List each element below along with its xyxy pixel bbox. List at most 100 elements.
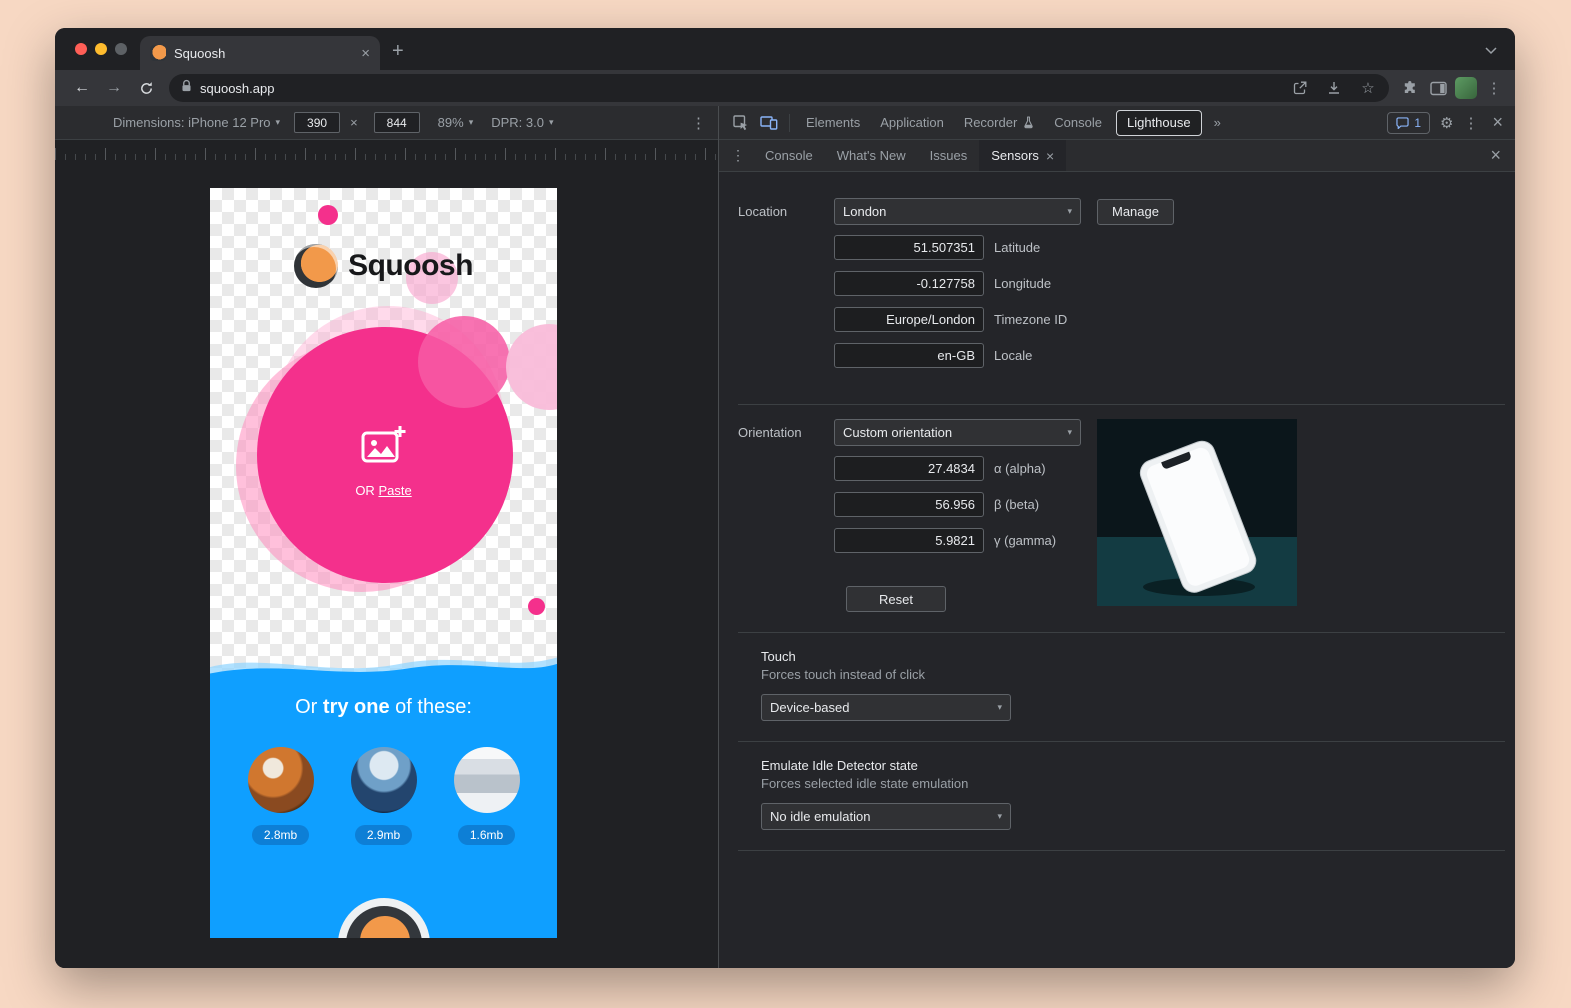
location-value: London (843, 204, 886, 219)
tab-elements[interactable]: Elements (796, 106, 870, 140)
desktop-background: Squoosh × + ← → squoosh.app (0, 0, 1571, 1008)
beta-input[interactable] (834, 492, 984, 517)
device-toolbar-menu-kebab-icon[interactable]: ⋮ (691, 114, 706, 132)
longitude-row: Longitude (834, 271, 1515, 296)
forward-button[interactable]: → (101, 75, 127, 101)
dpr-selector[interactable]: DPR: 3.0 ▾ (491, 115, 553, 130)
or-paste-text: OR Paste (210, 483, 557, 498)
bookmark-star-icon[interactable]: ☆ (1357, 77, 1379, 99)
profile-avatar[interactable] (1455, 77, 1477, 99)
url-text[interactable]: squoosh.app (200, 81, 1281, 96)
touch-select[interactable]: Device-based ▾ (761, 694, 1011, 721)
new-tab-button[interactable]: + (392, 41, 404, 61)
file-size-badge: 1.6mb (458, 825, 515, 845)
longitude-input[interactable] (834, 271, 984, 296)
orientation-controls: Custom orientation ▾ α (alpha) β (beta) (834, 419, 1081, 612)
browser-menu-kebab-icon[interactable]: ⋮ (1483, 77, 1505, 99)
issues-counter-button[interactable]: 1 (1387, 112, 1430, 134)
device-toolbar-toggle-icon[interactable] (755, 110, 783, 136)
squoosh-logo-text: Squoosh (348, 249, 473, 283)
more-tabs-icon[interactable]: » (1206, 115, 1229, 130)
latitude-input[interactable] (834, 235, 984, 260)
longitude-label: Longitude (994, 276, 1051, 291)
browser-tab-squoosh[interactable]: Squoosh × (140, 36, 380, 70)
tab-search-chevron-icon[interactable] (1485, 42, 1497, 60)
paste-link[interactable]: Paste (378, 483, 411, 498)
zoom-selector[interactable]: 89% ▾ (438, 115, 474, 130)
drawer-tab-sensors[interactable]: Sensors × (979, 140, 1066, 171)
tab-application[interactable]: Application (870, 106, 954, 140)
beta-row: β (beta) (834, 492, 1081, 517)
drawer-menu-kebab-icon[interactable]: ⋮ (723, 140, 753, 171)
divider (738, 850, 1505, 851)
locale-input[interactable] (834, 343, 984, 368)
orientation-phone-preview[interactable] (1097, 419, 1297, 606)
chevron-down-icon: ▾ (549, 117, 554, 128)
dimensions-label: Dimensions: iPhone 12 Pro (113, 115, 271, 130)
drawer-tab-issues[interactable]: Issues (918, 140, 980, 171)
idle-select[interactable]: No idle emulation ▾ (761, 803, 1011, 830)
timezone-input[interactable] (834, 307, 984, 332)
chevron-down-icon: ▾ (1067, 206, 1072, 217)
drawer-tabbar: ⋮ Console What's New Issues Sensors × × (719, 140, 1515, 172)
browser-toolbar: ← → squoosh.app ☆ (55, 70, 1515, 106)
drawer-tab-whats-new[interactable]: What's New (825, 140, 918, 171)
reload-button[interactable] (133, 75, 159, 101)
sample-image-panda[interactable] (248, 747, 314, 813)
zoom-value: 89% (438, 115, 464, 130)
locale-label: Locale (994, 348, 1032, 363)
viewport-height-input[interactable] (374, 112, 420, 133)
side-panel-icon[interactable] (1427, 77, 1449, 99)
inspect-element-icon[interactable] (727, 110, 755, 136)
alpha-label: α (alpha) (994, 461, 1046, 476)
open-in-new-icon[interactable] (1289, 77, 1311, 99)
latitude-label: Latitude (994, 240, 1040, 255)
issues-count: 1 (1414, 116, 1421, 130)
devtools-menu-kebab-icon[interactable]: ⋮ (1463, 114, 1478, 132)
browser-window: Squoosh × + ← → squoosh.app (55, 28, 1515, 968)
touch-title: Touch (761, 649, 1515, 664)
orientation-select[interactable]: Custom orientation ▾ (834, 419, 1081, 446)
touch-value: Device-based (770, 700, 850, 715)
idle-description: Forces selected idle state emulation (761, 776, 1515, 791)
tab-recorder[interactable]: Recorder (954, 106, 1044, 140)
viewport-width-input[interactable] (294, 112, 340, 133)
orientation-label: Orientation (738, 419, 834, 440)
squoosh-favicon-icon (150, 45, 166, 61)
gamma-input[interactable] (834, 528, 984, 553)
close-window-button[interactable] (75, 43, 87, 55)
tab-strip: Squoosh × + (55, 28, 1515, 70)
tab-lighthouse[interactable]: Lighthouse (1116, 110, 1202, 136)
close-devtools-icon[interactable]: × (1488, 112, 1507, 133)
back-button[interactable]: ← (69, 75, 95, 101)
blob-decoration (506, 324, 557, 410)
close-drawer-icon[interactable]: × (1480, 140, 1511, 171)
tab-close-icon[interactable]: × (361, 46, 370, 61)
locale-row: Locale (834, 343, 1515, 368)
minimize-window-button[interactable] (95, 43, 107, 55)
blob-decoration (418, 316, 510, 408)
upload-area[interactable]: OR Paste (210, 424, 557, 498)
squoosh-logo-icon (294, 244, 338, 288)
device-selector[interactable]: Dimensions: iPhone 12 Pro ▾ (113, 115, 280, 130)
orientation-row: Orientation Custom orientation ▾ α (alph… (719, 405, 1515, 612)
address-bar[interactable]: squoosh.app ☆ (169, 74, 1389, 102)
touch-section: Touch Forces touch instead of click Devi… (719, 633, 1515, 721)
experiment-flask-icon (1023, 116, 1034, 129)
reset-button[interactable]: Reset (846, 586, 946, 612)
settings-gear-icon[interactable]: ⚙ (1440, 114, 1453, 132)
manage-button[interactable]: Manage (1097, 199, 1174, 225)
tab-console[interactable]: Console (1044, 106, 1112, 140)
orientation-value: Custom orientation (843, 425, 952, 440)
alpha-input[interactable] (834, 456, 984, 481)
location-select[interactable]: London ▾ (834, 198, 1081, 225)
sample-image-screenshot[interactable] (454, 747, 520, 813)
extensions-puzzle-icon[interactable] (1399, 77, 1421, 99)
zoom-window-button[interactable] (115, 43, 127, 55)
latitude-row: Latitude (834, 235, 1515, 260)
beta-label: β (beta) (994, 497, 1039, 512)
install-app-icon[interactable] (1323, 77, 1345, 99)
sample-image-person[interactable] (351, 747, 417, 813)
drawer-tab-console[interactable]: Console (753, 140, 825, 171)
close-sensors-tab-icon[interactable]: × (1046, 148, 1054, 164)
